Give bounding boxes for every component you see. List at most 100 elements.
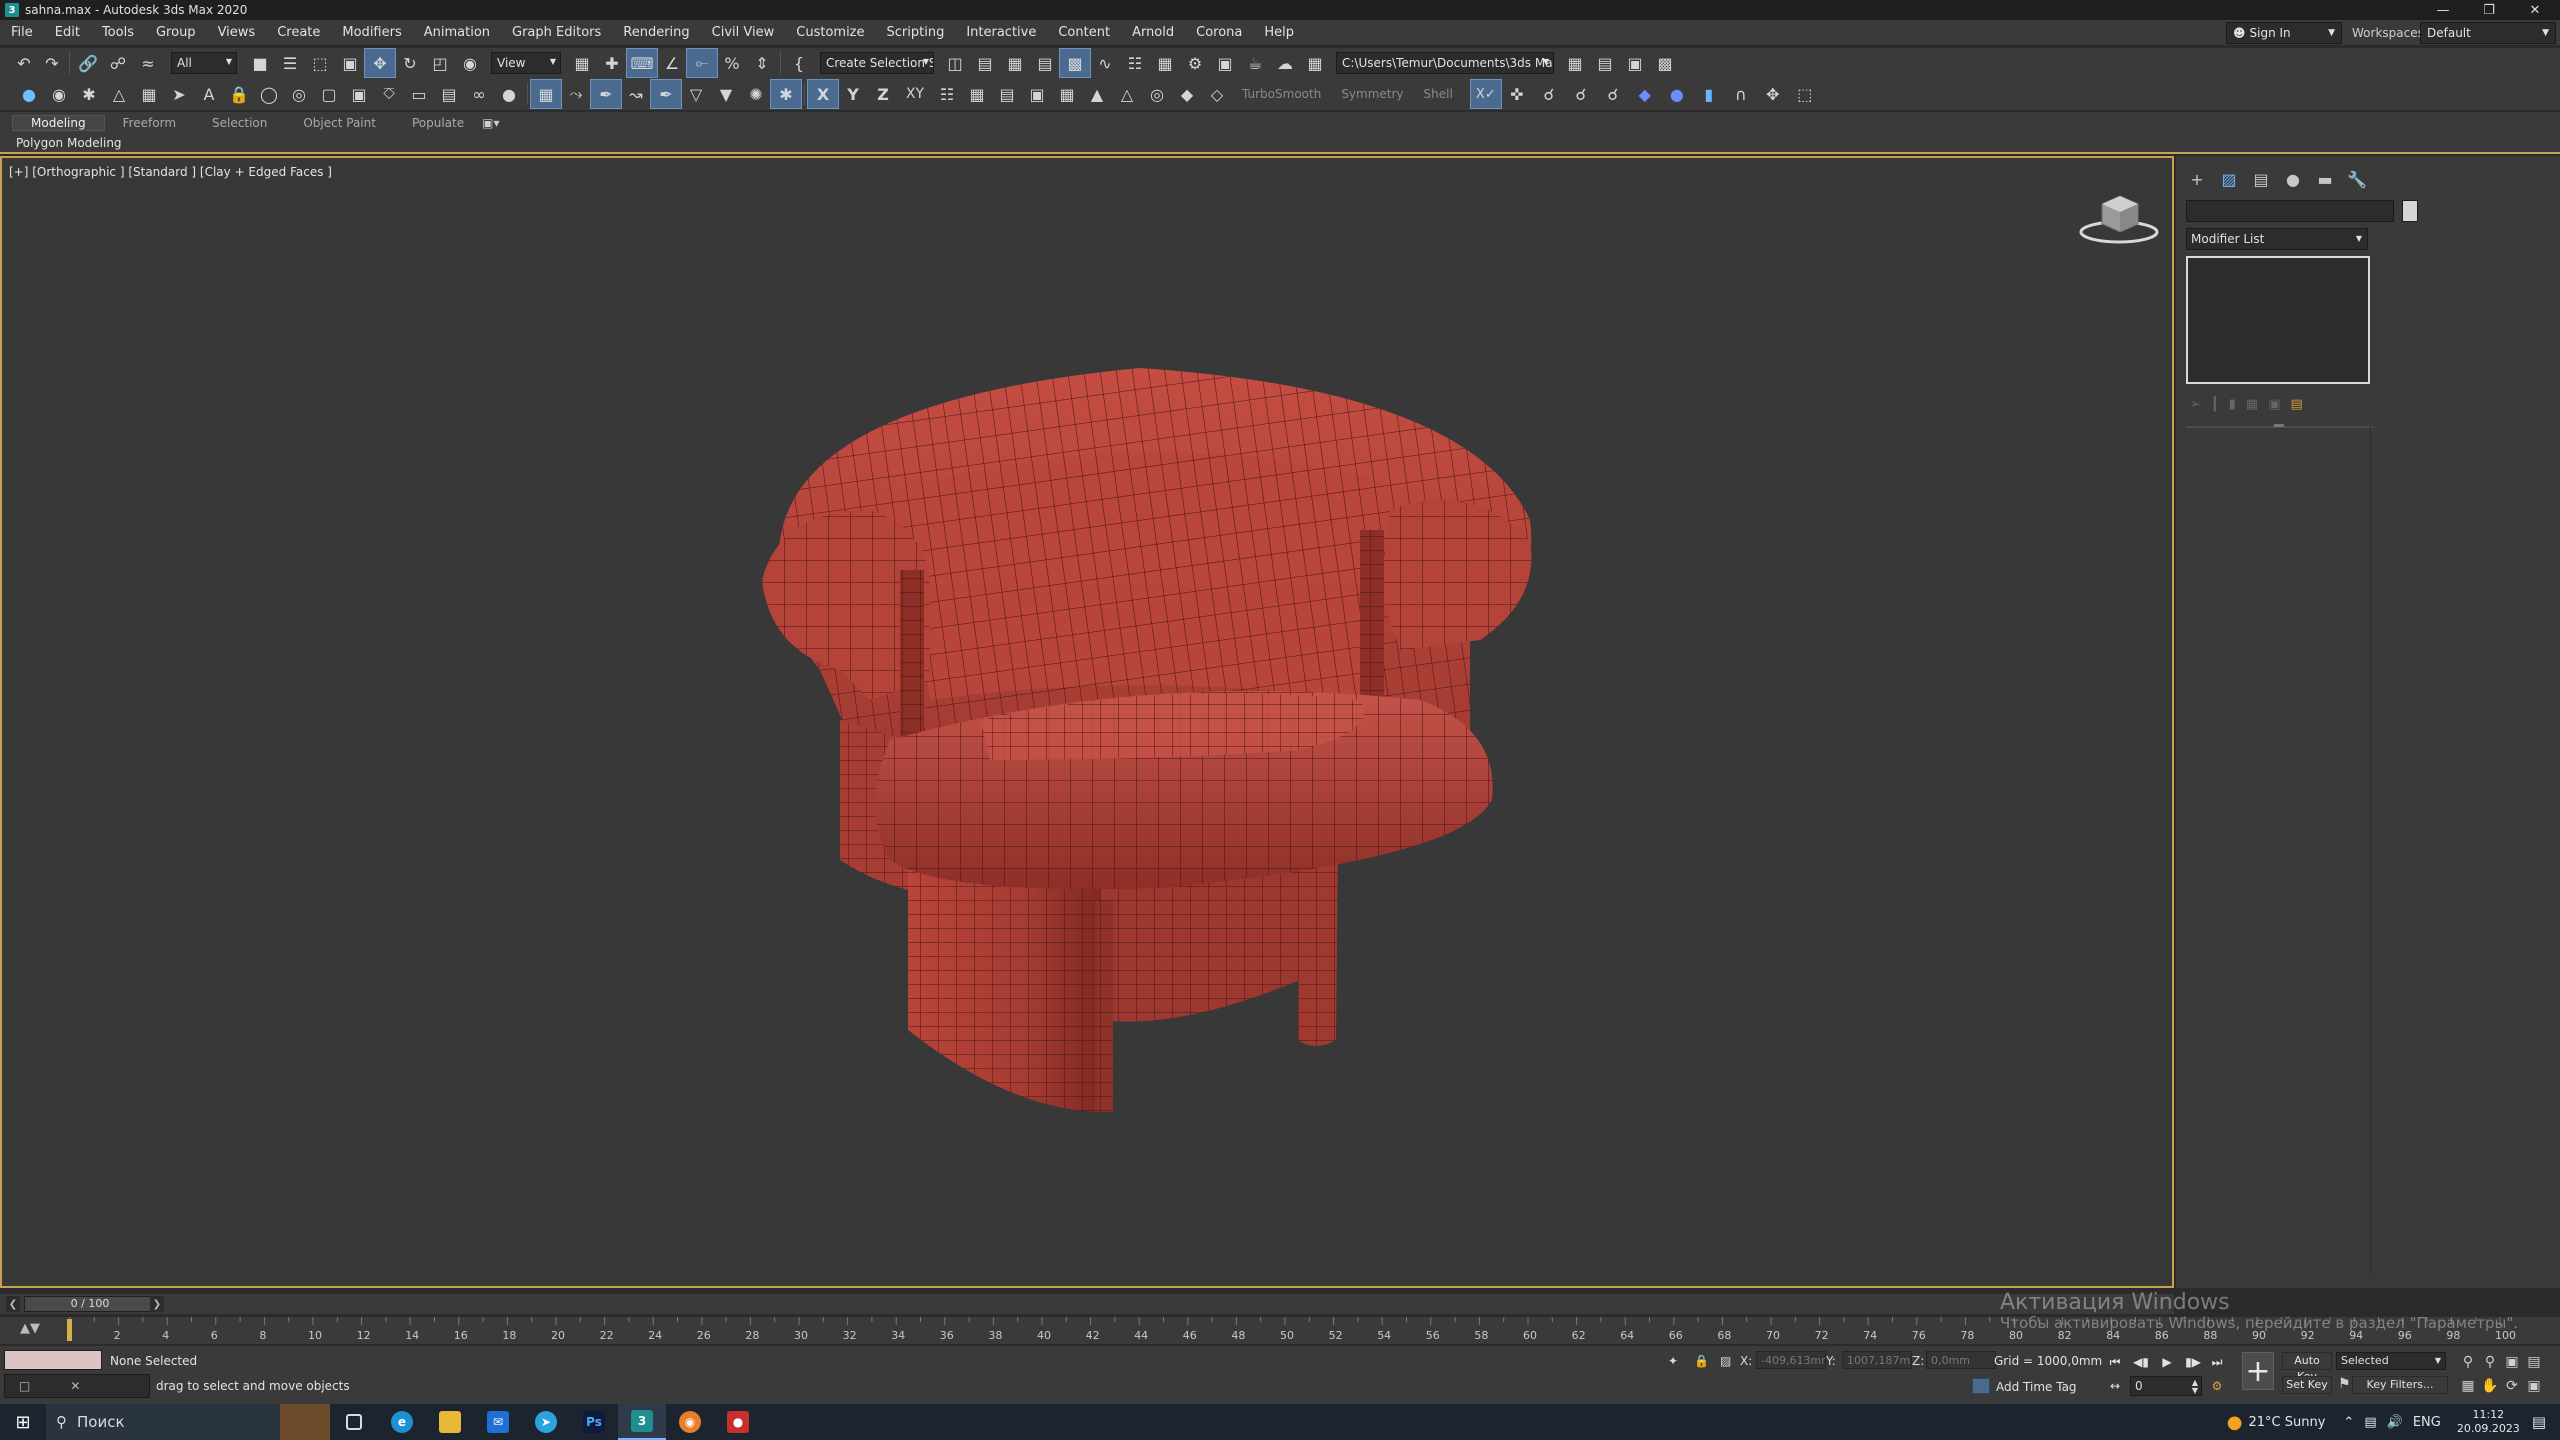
toggle-ribbon-icon[interactable]: ▩ bbox=[1059, 48, 1091, 78]
volume-icon[interactable]: 🔊 bbox=[2387, 1415, 2403, 1430]
menu-group[interactable]: Group bbox=[145, 25, 207, 40]
weather-label[interactable]: 21°C Sunny bbox=[2249, 1415, 2326, 1430]
transform-tool-icon[interactable]: ☌ bbox=[1597, 80, 1629, 108]
auto-key-button[interactable]: Auto Key bbox=[2282, 1352, 2332, 1383]
mirror-icon[interactable]: ◫ bbox=[940, 49, 970, 77]
task-view-icon[interactable] bbox=[330, 1404, 378, 1440]
menu-help[interactable]: Help bbox=[1253, 25, 1305, 40]
select-and-scale-icon[interactable]: ◰ bbox=[425, 49, 455, 77]
axis-z-button[interactable]: Z bbox=[868, 80, 898, 108]
bind-space-warp-icon[interactable]: ≈ bbox=[133, 49, 163, 77]
named-selection-dropdown[interactable]: Create Selection Se ▼ bbox=[820, 52, 934, 74]
go-to-end-icon[interactable]: ⏭ bbox=[2206, 1352, 2228, 1372]
next-key-icon[interactable]: ▮▶ bbox=[2182, 1352, 2204, 1372]
zoom-extents-all-icon[interactable]: ▤ bbox=[2524, 1352, 2544, 1372]
trash-icon[interactable]: ▣ bbox=[2268, 397, 2280, 412]
armchair-model[interactable] bbox=[740, 340, 1560, 1120]
remove-modifier-icon[interactable]: ▦ bbox=[2246, 397, 2258, 412]
select-and-rotate-icon[interactable]: ↻ bbox=[395, 49, 425, 77]
table-icon[interactable]: ▦ bbox=[134, 80, 164, 108]
pivot-icon[interactable]: ✜ bbox=[1501, 80, 1533, 108]
frame-icon[interactable]: ▣ bbox=[344, 80, 374, 108]
current-frame-marker[interactable] bbox=[67, 1319, 72, 1341]
window-crossing-icon[interactable]: ▣ bbox=[335, 49, 365, 77]
edge-icon[interactable]: e bbox=[378, 1404, 426, 1440]
object-color-swatch[interactable] bbox=[2402, 200, 2418, 222]
array-icon[interactable]: ☷ bbox=[932, 80, 962, 108]
menu-interactive[interactable]: Interactive bbox=[955, 25, 1047, 40]
key-filters-button[interactable]: Key Filters... bbox=[2352, 1376, 2448, 1394]
project-folder-dropdown[interactable]: C:\Users\Temur\Documents\3ds Max 2020 ▼ bbox=[1336, 52, 1554, 74]
next-frame-icon[interactable]: ❯ bbox=[150, 1296, 164, 1312]
menu-modifiers[interactable]: Modifiers bbox=[331, 25, 412, 40]
telegram-icon[interactable]: ➤ bbox=[522, 1404, 570, 1440]
move-pivot-icon[interactable]: ✥ bbox=[1757, 80, 1789, 108]
render-setup-icon[interactable]: ⚙ bbox=[1180, 49, 1210, 77]
sculpt-icon[interactable]: ✒ bbox=[590, 79, 622, 109]
language-indicator[interactable]: ENG bbox=[2413, 1415, 2441, 1430]
torus-icon[interactable]: ◯ bbox=[254, 80, 284, 108]
y-coordinate-field[interactable]: 1007,187m bbox=[1842, 1351, 1912, 1369]
rect-selection-region-icon[interactable]: ⬚ bbox=[305, 49, 335, 77]
select-manipulate-icon[interactable]: ✚ bbox=[597, 49, 627, 77]
key-mode-icon[interactable]: ↔ bbox=[2104, 1376, 2126, 1396]
axis-xy-button[interactable]: XY bbox=[898, 80, 932, 108]
spinner-icon[interactable]: ▲ ▼ bbox=[2192, 1379, 2198, 1395]
menu-edit[interactable]: Edit bbox=[44, 25, 91, 40]
cube-icon[interactable]: ◆ bbox=[1629, 80, 1661, 108]
bevel-icon[interactable]: ▲ bbox=[1082, 80, 1112, 108]
schematic-view-icon[interactable]: ☷ bbox=[1120, 49, 1150, 77]
menu-scripting[interactable]: Scripting bbox=[876, 25, 956, 40]
link-icon[interactable]: 🔗 bbox=[73, 49, 103, 77]
cylinder-icon[interactable]: ▮ bbox=[1693, 80, 1725, 108]
previous-key-icon[interactable]: ◀▮ bbox=[2130, 1352, 2152, 1372]
scatter-icon[interactable]: ✺ bbox=[741, 80, 771, 108]
field-of-view-icon[interactable]: ▦ bbox=[2458, 1376, 2478, 1396]
pointcloud-icon[interactable]: △ bbox=[104, 80, 134, 108]
turbosmooth-icon[interactable]: ◇ bbox=[1202, 80, 1232, 108]
time-config-icon[interactable]: ⚙ bbox=[2206, 1376, 2228, 1396]
network-icon[interactable]: ▤ bbox=[2364, 1415, 2376, 1430]
lock-icon[interactable]: 🔒 bbox=[224, 80, 254, 108]
make-unique-icon[interactable]: ▮ bbox=[2229, 397, 2236, 412]
sweep-icon[interactable]: ↝ bbox=[621, 80, 651, 108]
sphere-icon[interactable]: ◉ bbox=[44, 80, 74, 108]
spinner-snap-icon[interactable]: ⇕ bbox=[747, 49, 777, 77]
curve-icon[interactable]: ∞ bbox=[464, 80, 494, 108]
xform-icon[interactable]: ✱ bbox=[770, 79, 802, 109]
go-to-start-icon[interactable]: ⏮ bbox=[2104, 1352, 2126, 1372]
select-by-name-icon[interactable]: ☰ bbox=[275, 49, 305, 77]
notifications-icon[interactable]: ▤ bbox=[2532, 1413, 2546, 1431]
percent-snap-icon[interactable]: % bbox=[717, 49, 747, 77]
tab-selection[interactable]: Selection bbox=[194, 116, 285, 130]
hierarchy-tab-icon[interactable]: ▤ bbox=[2250, 168, 2272, 190]
time-slider-knob[interactable]: 0 / 100 bbox=[24, 1296, 156, 1312]
light-icon[interactable]: ● bbox=[14, 80, 44, 108]
clone-icon[interactable]: ▣ bbox=[1022, 80, 1052, 108]
toggle-layer-explorer-icon[interactable]: ▤ bbox=[1030, 49, 1060, 77]
file-explorer-icon[interactable] bbox=[426, 1404, 474, 1440]
tab-populate[interactable]: Populate bbox=[394, 116, 482, 130]
taskbar-clock[interactable]: 11:12 20.09.2023 bbox=[2457, 1408, 2520, 1436]
material-editor-icon[interactable]: ▦ bbox=[1150, 49, 1180, 77]
text-icon[interactable]: A bbox=[194, 80, 224, 108]
polygon-modeling-label[interactable]: Polygon Modeling bbox=[16, 136, 122, 150]
motion-tab-icon[interactable]: ● bbox=[2282, 168, 2304, 190]
photoshop-icon[interactable]: Ps bbox=[570, 1404, 618, 1440]
shell-button[interactable]: Shell bbox=[1424, 87, 1453, 101]
symmetry-button[interactable]: Symmetry bbox=[1341, 87, 1403, 101]
pan-icon[interactable]: ✋ bbox=[2480, 1376, 2500, 1396]
recorder-icon[interactable]: ● bbox=[714, 1404, 762, 1440]
save-project-icon[interactable]: ▣ bbox=[1620, 49, 1650, 77]
absolute-mode-icon[interactable]: ▨ bbox=[1720, 1354, 1731, 1368]
select-object-icon[interactable]: ■ bbox=[245, 49, 275, 77]
zoom-extents-icon[interactable]: ▣ bbox=[2502, 1352, 2522, 1372]
menu-create[interactable]: Create bbox=[266, 25, 331, 40]
material-ball-icon[interactable]: ● bbox=[1661, 80, 1693, 108]
box-icon[interactable]: ▢ bbox=[314, 80, 344, 108]
project-settings-icon[interactable]: ▩ bbox=[1650, 49, 1680, 77]
connect-icon[interactable]: ▼ bbox=[711, 80, 741, 108]
minimize-button[interactable]: — bbox=[2420, 0, 2466, 20]
close-button[interactable]: ✕ bbox=[2512, 0, 2558, 20]
tab-freeform[interactable]: Freeform bbox=[105, 116, 194, 130]
